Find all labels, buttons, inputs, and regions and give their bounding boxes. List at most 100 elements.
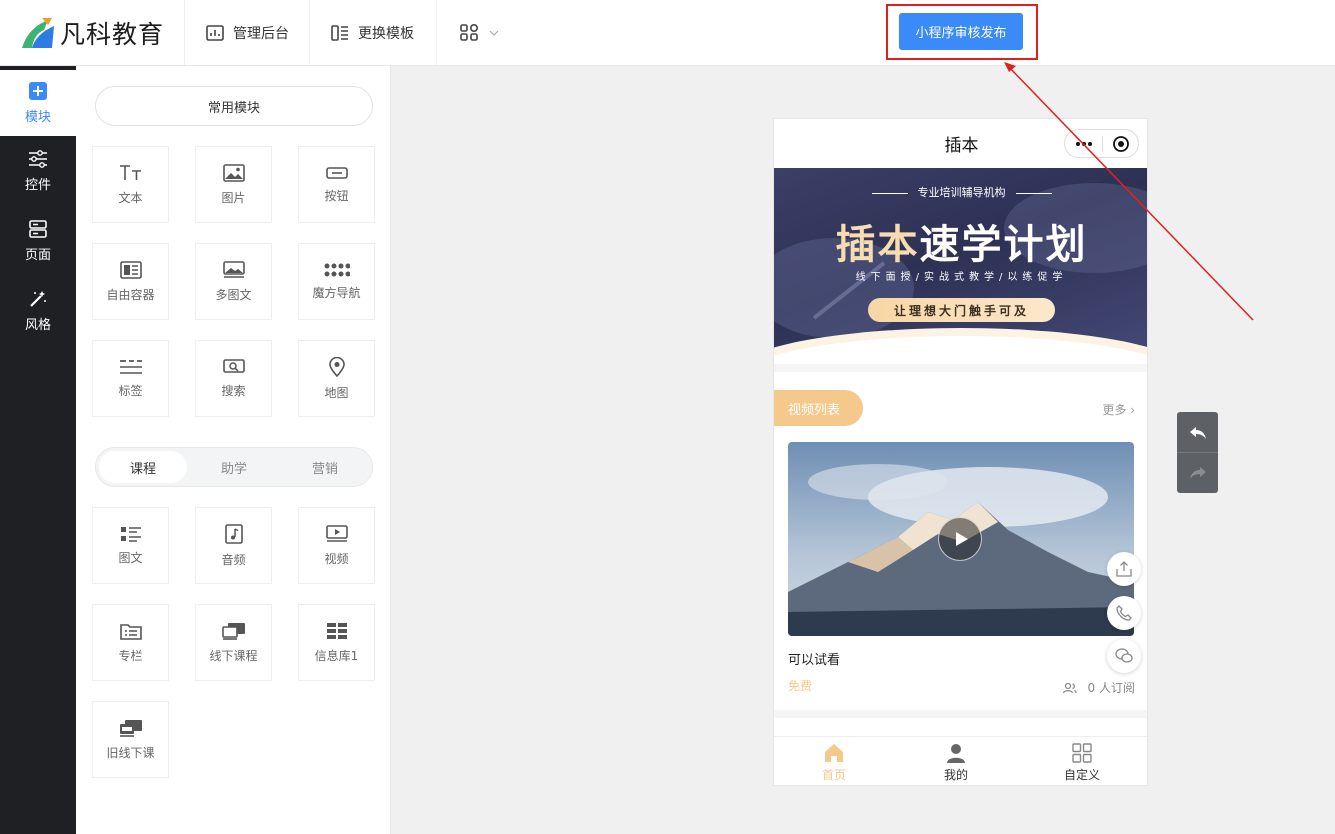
phone-preview: 插本 专业培训辅导机构 插本速学计划 线下面授/实战式教学/以练促学 让理想大门…: [773, 118, 1148, 786]
rail-item-style[interactable]: 风格: [0, 276, 76, 346]
more-dots-icon[interactable]: [1075, 139, 1093, 149]
image-icon: [222, 163, 245, 182]
video-list-section: 视频列表 更多 › 可以试看 免费 0 人订阅: [774, 372, 1147, 710]
module-old-offline-label: 旧线下课: [106, 745, 155, 760]
module-search-label: 搜索: [221, 383, 246, 398]
capsule-divider: [1102, 136, 1103, 152]
rail-item-controls[interactable]: 控件: [0, 136, 76, 206]
module-video-label: 视频: [324, 551, 349, 566]
folder-icon: [119, 623, 142, 640]
rail-item-modules[interactable]: 模块: [0, 70, 76, 136]
module-text[interactable]: 文本: [92, 146, 169, 223]
module-tabs[interactable]: 标签: [92, 340, 169, 417]
tab-marketing[interactable]: 营销: [281, 451, 369, 483]
module-column-label: 专栏: [118, 648, 143, 663]
module-text-label: 文本: [118, 190, 143, 205]
rail-item-pages[interactable]: 页面: [0, 206, 76, 276]
tab-course[interactable]: 课程: [99, 451, 187, 483]
video-icon: [325, 524, 348, 542]
video-price: 免费: [788, 679, 813, 693]
module-info-library-label: 信息库1: [314, 648, 359, 663]
close-target-icon[interactable]: [1112, 135, 1130, 153]
tab-study-aid[interactable]: 助学: [190, 451, 278, 483]
brand-logo-icon: [22, 17, 54, 48]
tabbar-custom[interactable]: 自定义: [1037, 743, 1127, 783]
play-button[interactable]: [938, 517, 982, 561]
common-modules-header[interactable]: 常用模块: [95, 86, 373, 126]
highlight-box: [886, 4, 1038, 60]
module-old-offline[interactable]: 旧线下课: [92, 701, 169, 778]
module-video[interactable]: 视频: [298, 507, 375, 584]
module-button-label: 按钮: [324, 188, 349, 203]
banner-title-white: 速学计划: [919, 222, 1088, 268]
rail-label-pages: 页面: [24, 247, 51, 263]
tabbar-mine[interactable]: 我的: [911, 743, 1001, 783]
tabbar-home[interactable]: 首页: [789, 743, 879, 783]
multi-image-icon: [222, 260, 245, 278]
list-icon: [120, 526, 141, 542]
redo-icon[interactable]: [1188, 465, 1208, 481]
banner-tagline: 线下面授/实战式教学/以练促学: [855, 272, 1068, 283]
brand-logo[interactable]: 凡科教育: [0, 0, 185, 65]
miniprogram-capsule[interactable]: [1064, 129, 1139, 158]
map-pin-icon: [328, 356, 345, 377]
module-multi-image-label: 多图文: [215, 287, 252, 302]
left-rail: 模块 控件 页面 风格: [0, 66, 76, 834]
module-multi-image[interactable]: 多图文: [195, 243, 272, 320]
component-panel: 常用模块 文本 图片 按钮 自由容器 多图文 魔方导航 标签 搜索 地图 课程: [76, 66, 391, 834]
module-tabs-label: 标签: [118, 383, 143, 398]
module-info-library[interactable]: 信息库1: [298, 604, 375, 681]
history-divider: [1177, 452, 1218, 453]
phone-header: 插本: [774, 119, 1147, 168]
dots-grid-icon: [324, 263, 350, 276]
tabbar-home-label: 首页: [821, 768, 846, 782]
wechat-icon: [1115, 648, 1133, 663]
module-offline-course-label: 线下课程: [209, 648, 258, 663]
module-cube-nav[interactable]: 魔方导航: [298, 243, 375, 320]
module-audio-label: 音频: [221, 552, 246, 567]
share-button[interactable]: [1107, 552, 1141, 586]
banner-title-gold: 插本: [835, 222, 920, 268]
module-article[interactable]: 图文: [92, 507, 169, 584]
hero-banner[interactable]: 专业培训辅导机构 插本速学计划 线下面授/实战式教学/以练促学 让理想大门触手可…: [774, 168, 1147, 364]
history-panel: [1177, 412, 1218, 493]
tabbar-custom-label: 自定义: [1063, 768, 1100, 782]
play-icon: [956, 532, 968, 546]
sliders-icon: [29, 149, 47, 168]
nav-template[interactable]: 更换模板: [311, 0, 437, 65]
more-link[interactable]: 更多 ›: [1102, 401, 1135, 418]
module-map[interactable]: 地图: [298, 340, 375, 417]
plus-square-icon: [29, 81, 47, 100]
video-subscribers: 0 人订阅: [1062, 679, 1135, 696]
text-icon: [119, 164, 141, 180]
module-button[interactable]: 按钮: [298, 146, 375, 223]
offline-course-icon: [221, 622, 245, 640]
nav-template-label: 更换模板: [358, 25, 414, 42]
more-link-label: 更多: [1102, 403, 1127, 417]
phone-call-button[interactable]: [1107, 596, 1141, 630]
section-tag: 视频列表: [774, 390, 863, 426]
module-container[interactable]: 自由容器: [92, 243, 169, 320]
grid-icon: [1072, 743, 1092, 763]
module-image[interactable]: 图片: [195, 146, 272, 223]
button-icon: [325, 166, 348, 179]
wechat-button[interactable]: [1107, 639, 1141, 673]
magic-wand-icon: [30, 290, 46, 307]
module-image-label: 图片: [221, 190, 246, 205]
module-category-tabs: 课程 助学 营销: [95, 447, 373, 487]
module-column[interactable]: 专栏: [92, 604, 169, 681]
module-article-label: 图文: [118, 550, 143, 565]
undo-icon[interactable]: [1188, 425, 1208, 441]
nav-admin[interactable]: 管理后台: [186, 0, 310, 65]
nav-apps[interactable]: [438, 0, 518, 65]
tabbar-mine-label: 我的: [943, 768, 968, 782]
module-container-label: 自由容器: [106, 287, 155, 302]
video-thumbnail[interactable]: [788, 442, 1134, 636]
module-map-label: 地图: [324, 385, 349, 400]
brand-name: 凡科教育: [60, 19, 165, 49]
module-offline-course[interactable]: 线下课程: [195, 604, 272, 681]
info-grid-icon: [326, 622, 347, 639]
module-search[interactable]: 搜索: [195, 340, 272, 417]
module-audio[interactable]: 音频: [195, 507, 272, 584]
chevron-down-icon: [489, 30, 499, 36]
